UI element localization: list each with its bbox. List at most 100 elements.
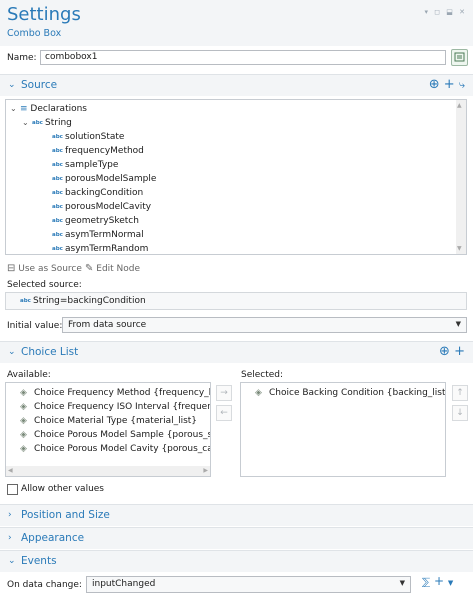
section-source[interactable]: ⌄ Source ⊕ + ⤷: [0, 74, 473, 96]
plus-icon[interactable]: +: [444, 77, 455, 92]
available-item[interactable]: ◈ Choice Porous Model Cavity {porous_cavi: [20, 442, 211, 456]
selected-label: Selected:: [241, 370, 284, 380]
selected-item[interactable]: ◈ Choice Backing Condition {backing_list}: [255, 386, 446, 400]
scroll-right-icon[interactable]: ▶: [203, 467, 208, 474]
section-events-label: Events: [21, 555, 57, 567]
tree-item-label: asymTermRandom: [65, 244, 149, 254]
available-item[interactable]: ◈ Choice Frequency Method {frequency_list: [20, 386, 211, 400]
method-icon[interactable]: ⅀: [422, 577, 430, 588]
selected-source-field: abc String=backingCondition: [5, 292, 467, 310]
choice-icon: ◈: [20, 430, 27, 440]
chevron-down-icon[interactable]: ⌄: [10, 102, 20, 116]
available-scrollbar[interactable]: ◀ ▶: [6, 466, 210, 476]
string-type-icon: abc: [52, 246, 63, 252]
name-link-button[interactable]: [451, 49, 468, 66]
move-right-button[interactable]: →: [216, 385, 232, 401]
tree-item[interactable]: abc asymTermNormal: [52, 228, 144, 242]
move-up-button[interactable]: ↑: [452, 385, 468, 401]
name-label: Name:: [7, 53, 37, 63]
string-type-icon: abc: [32, 120, 43, 126]
scroll-down-icon[interactable]: ▼: [457, 245, 462, 252]
name-field[interactable]: combobox1: [40, 50, 446, 65]
window-controls[interactable]: ▾ ◻ ⬓ ✕: [425, 8, 467, 16]
section-appearance-label: Appearance: [21, 532, 85, 544]
section-appearance[interactable]: › Appearance: [0, 527, 473, 549]
scroll-up-icon[interactable]: ▲: [457, 102, 462, 109]
add-node-icon[interactable]: ⤷: [459, 78, 465, 91]
available-item-label: Choice Frequency Method {frequency_list: [34, 388, 211, 398]
initial-value-text: From data source: [68, 320, 147, 330]
string-type-icon: abc: [20, 298, 31, 304]
source-tree[interactable]: ⌄ ≡ Declarations ⌄ abc String abc solutionSt…: [5, 99, 467, 255]
chevron-right-icon: ›: [8, 510, 12, 520]
tree-group-label: String: [45, 118, 72, 128]
chevron-down-icon: ▼: [399, 579, 405, 587]
available-item[interactable]: ◈ Choice Frequency ISO Interval {frequenc…: [20, 400, 211, 414]
page-subtitle: Combo Box: [7, 28, 62, 39]
list-icon: ≡: [20, 104, 28, 114]
allow-other-label: Allow other values: [21, 484, 104, 494]
form-icon: [454, 52, 465, 62]
available-list[interactable]: ◈ Choice Frequency Method {frequency_list…: [5, 382, 211, 477]
chevron-right-icon: ›: [8, 533, 12, 543]
tree-scrollbar[interactable]: ▲ ▼: [456, 100, 466, 254]
selected-item-label: Choice Backing Condition {backing_list}: [269, 388, 446, 398]
allow-other-checkbox[interactable]: [7, 484, 18, 495]
section-position-size[interactable]: › Position and Size: [0, 504, 473, 526]
chevron-down-icon[interactable]: ⌄: [22, 116, 32, 130]
tree-item[interactable]: abc geometrySketch: [52, 214, 139, 228]
tree-group[interactable]: ⌄ abc String: [22, 116, 72, 130]
use-as-source-label: Use as Source: [18, 264, 82, 274]
chevron-down-icon: ▼: [455, 320, 461, 328]
available-item[interactable]: ◈ Choice Material Type {material_list}: [20, 414, 197, 428]
string-type-icon: abc: [52, 232, 63, 238]
scroll-left-icon[interactable]: ◀: [8, 467, 13, 474]
move-down-button[interactable]: ↓: [452, 405, 468, 421]
tree-item[interactable]: abc porousModelCavity: [52, 200, 151, 214]
tree-root[interactable]: ⌄ ≡ Declarations: [10, 102, 87, 116]
initial-value-select[interactable]: From data source ▼: [62, 317, 467, 333]
tree-item[interactable]: abc solutionState: [52, 130, 124, 144]
source-icon: ⊟: [7, 263, 16, 274]
available-item-label: Choice Porous Model Sample {porous_sar: [34, 430, 211, 440]
string-type-icon: abc: [52, 134, 63, 140]
tree-item[interactable]: abc porousModelSample: [52, 172, 156, 186]
tree-item[interactable]: abc asymTermRandom: [52, 242, 149, 254]
use-as-source-button[interactable]: ⊟ Use as Source: [7, 263, 82, 274]
tree-item[interactable]: abc backingCondition: [52, 186, 143, 200]
available-item[interactable]: ◈ Choice Porous Model Sample {porous_sar: [20, 428, 211, 442]
tree-item-label: frequencyMethod: [65, 146, 144, 156]
chevron-down-icon: ⌄: [8, 556, 16, 566]
choice-icon: ◈: [20, 402, 27, 412]
tree-item[interactable]: abc sampleType: [52, 158, 118, 172]
choice-icon: ◈: [20, 388, 27, 398]
chevron-down-icon: ⌄: [8, 347, 16, 357]
edit-node-button[interactable]: ✎ Edit Node: [85, 263, 140, 274]
dropdown-arrow-icon[interactable]: ▼: [448, 579, 453, 587]
tree-item-label: solutionState: [65, 132, 125, 142]
selected-source-value: String=backingCondition: [33, 296, 146, 306]
tree-item[interactable]: abc frequencyMethod: [52, 144, 144, 158]
section-choice-list[interactable]: ⌄ Choice List ⊕ +: [0, 341, 473, 363]
string-type-icon: abc: [52, 218, 63, 224]
on-change-value: inputChanged: [92, 579, 156, 589]
tree-item-label: sampleType: [65, 160, 119, 170]
section-position-size-label: Position and Size: [21, 509, 110, 521]
on-change-select[interactable]: inputChanged ▼: [86, 576, 411, 593]
choice-icon: ◈: [255, 388, 262, 398]
selected-source-label: Selected source:: [7, 280, 82, 290]
add-circle-icon[interactable]: ⊕: [439, 344, 450, 359]
tree-item-label: geometrySketch: [65, 216, 139, 226]
section-choice-list-label: Choice List: [21, 346, 79, 358]
selected-list[interactable]: ◈ Choice Backing Condition {backing_list}: [240, 382, 446, 477]
available-item-label: Choice Material Type {material_list}: [34, 416, 198, 426]
add-circle-icon[interactable]: ⊕: [429, 77, 440, 92]
plus-icon[interactable]: +: [434, 574, 444, 588]
section-events[interactable]: ⌄ Events: [0, 550, 473, 572]
choice-icon: ◈: [20, 416, 27, 426]
plus-icon[interactable]: +: [454, 344, 465, 359]
chevron-down-icon: ⌄: [8, 80, 16, 90]
available-item-label: Choice Porous Model Cavity {porous_cavi: [34, 444, 211, 454]
move-left-button[interactable]: ←: [216, 405, 232, 421]
available-item-label: Choice Frequency ISO Interval {frequency: [34, 402, 211, 412]
